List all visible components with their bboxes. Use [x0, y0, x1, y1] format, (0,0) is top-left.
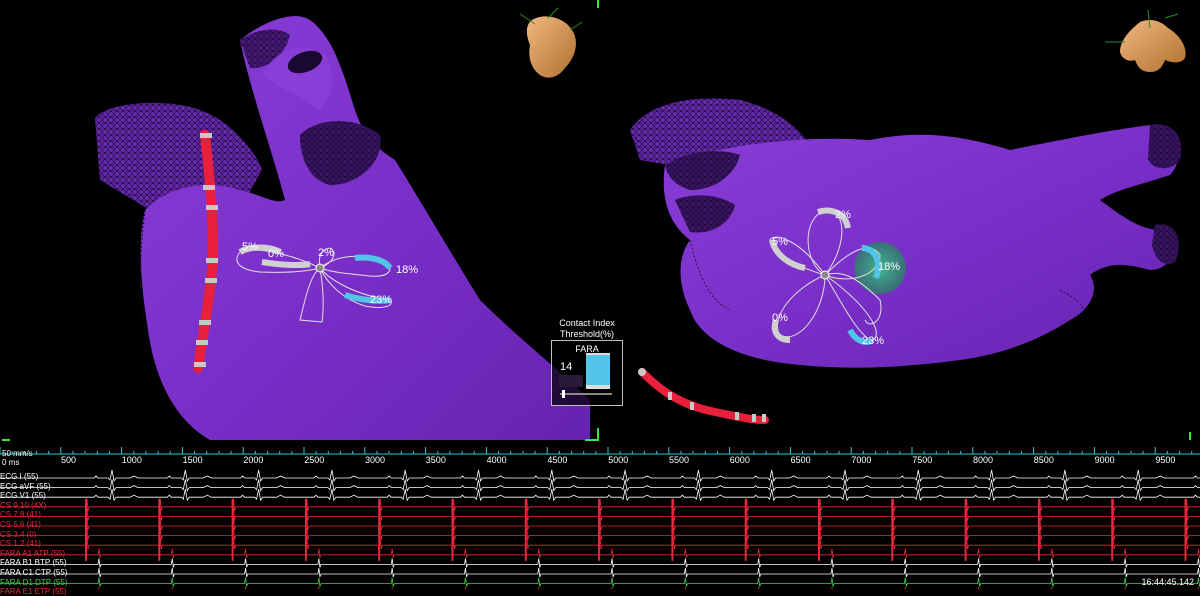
channel-label[interactable]: ECG V1 (55): [0, 491, 46, 500]
ablation-pct-right-4: 23%: [862, 335, 884, 347]
timestamp: 16:44:45.142: [1141, 577, 1194, 587]
time-tick-label: 8500: [1033, 455, 1054, 465]
ablation-pct-left-4: 23%: [370, 294, 392, 306]
time-origin-label: 0 ms: [2, 458, 20, 467]
channel-label[interactable]: FARA B1 BTP (55): [0, 558, 67, 567]
time-tick-label: 4000: [486, 455, 507, 465]
channel-trace: [0, 479, 1200, 492]
channel-label[interactable]: FARA D1 DTP (55): [0, 578, 67, 587]
ablation-pct-right-3: 0%: [772, 312, 788, 324]
contact-index-slider-knob[interactable]: [562, 390, 565, 398]
channel-label[interactable]: CS 9,10 (4X): [0, 501, 46, 510]
channel-label[interactable]: ECG aVF (55): [0, 482, 51, 491]
channel-trace: [0, 577, 1200, 587]
time-tick-label: 1000: [121, 455, 142, 465]
orientation-torso-icon: [1105, 9, 1186, 72]
time-tick-label: 2000: [243, 455, 264, 465]
channel-label[interactable]: CS 1,2 (41): [0, 539, 41, 548]
time-tick-label: 5000: [608, 455, 629, 465]
contact-index-box[interactable]: FARA 14: [551, 340, 623, 406]
contact-index-threshold-label: Threshold(%): [559, 329, 615, 339]
contact-index-dark-bar: [559, 375, 583, 387]
channel-trace: [0, 489, 1200, 502]
ecg-waveform-panel[interactable]: 50 mm/s 0 ms 500 1000 1500 2000 2500 3000 3500…: [0, 445, 1200, 596]
time-tick-label: 500: [61, 455, 77, 465]
contact-index-title: Contact Index: [559, 318, 615, 328]
contact-index-panel[interactable]: Contact Index Threshold(%) FARA 14: [551, 318, 623, 406]
ablation-pct-right-1: 5%: [772, 236, 788, 248]
time-tick-label: 3500: [425, 455, 446, 465]
time-tick-label: 7000: [851, 455, 872, 465]
time-tick-label: 3000: [365, 455, 386, 465]
time-tick-label: 4500: [547, 455, 568, 465]
time-tick-label: 1500: [182, 455, 203, 465]
ablation-pct-right-2: 18%: [878, 261, 900, 273]
sweep-speed-label: 50 mm/s: [2, 449, 33, 458]
time-tick-label: 9500: [1155, 455, 1176, 465]
channel-label[interactable]: CS 3,4 (0): [0, 530, 36, 539]
channel-label[interactable]: CS 5,6 (41): [0, 520, 41, 529]
time-tick-label: 7500: [912, 455, 933, 465]
ablation-pct-right-0: 2%: [835, 209, 851, 221]
left-atrium-left-view[interactable]: [95, 16, 590, 440]
channel-label[interactable]: ECG I (55): [0, 472, 38, 481]
ablation-pct-left-0: 5%: [242, 241, 258, 253]
orientation-head-icon: [519, 7, 583, 78]
contact-index-slider[interactable]: [560, 393, 612, 395]
ablation-pct-left-1: 0%: [268, 248, 284, 260]
time-tick-label: 6500: [790, 455, 811, 465]
channel-label[interactable]: CS 7,8 (41): [0, 510, 41, 519]
3d-mapping-viewport[interactable]: 5% 0% 2% 18% 23% 2% 5% 18% 0% 23% Contac…: [0, 0, 1200, 445]
contact-index-bar: [586, 355, 610, 385]
channel-label[interactable]: FARA C1 CTP (55): [0, 568, 67, 577]
ecg-waveforms: [0, 447, 1200, 589]
time-tick-label: 2500: [304, 455, 325, 465]
channel-trace: [0, 469, 1200, 483]
channel-label[interactable]: FARA A1 ATP (55): [0, 549, 65, 558]
ablation-pct-left-3: 18%: [396, 264, 418, 276]
time-tick-label: 5500: [669, 455, 690, 465]
ablation-pct-left-2: 2%: [318, 247, 334, 259]
time-tick-label: 6000: [729, 455, 750, 465]
channel-trace: [0, 567, 1200, 578]
left-atrium-right-view[interactable]: [630, 98, 1182, 368]
time-tick-label: 8000: [973, 455, 994, 465]
time-tick-label: 9000: [1094, 455, 1115, 465]
coronary-sinus-catheter-right[interactable]: [638, 368, 769, 424]
contact-index-threshold-value: 14: [560, 361, 573, 373]
